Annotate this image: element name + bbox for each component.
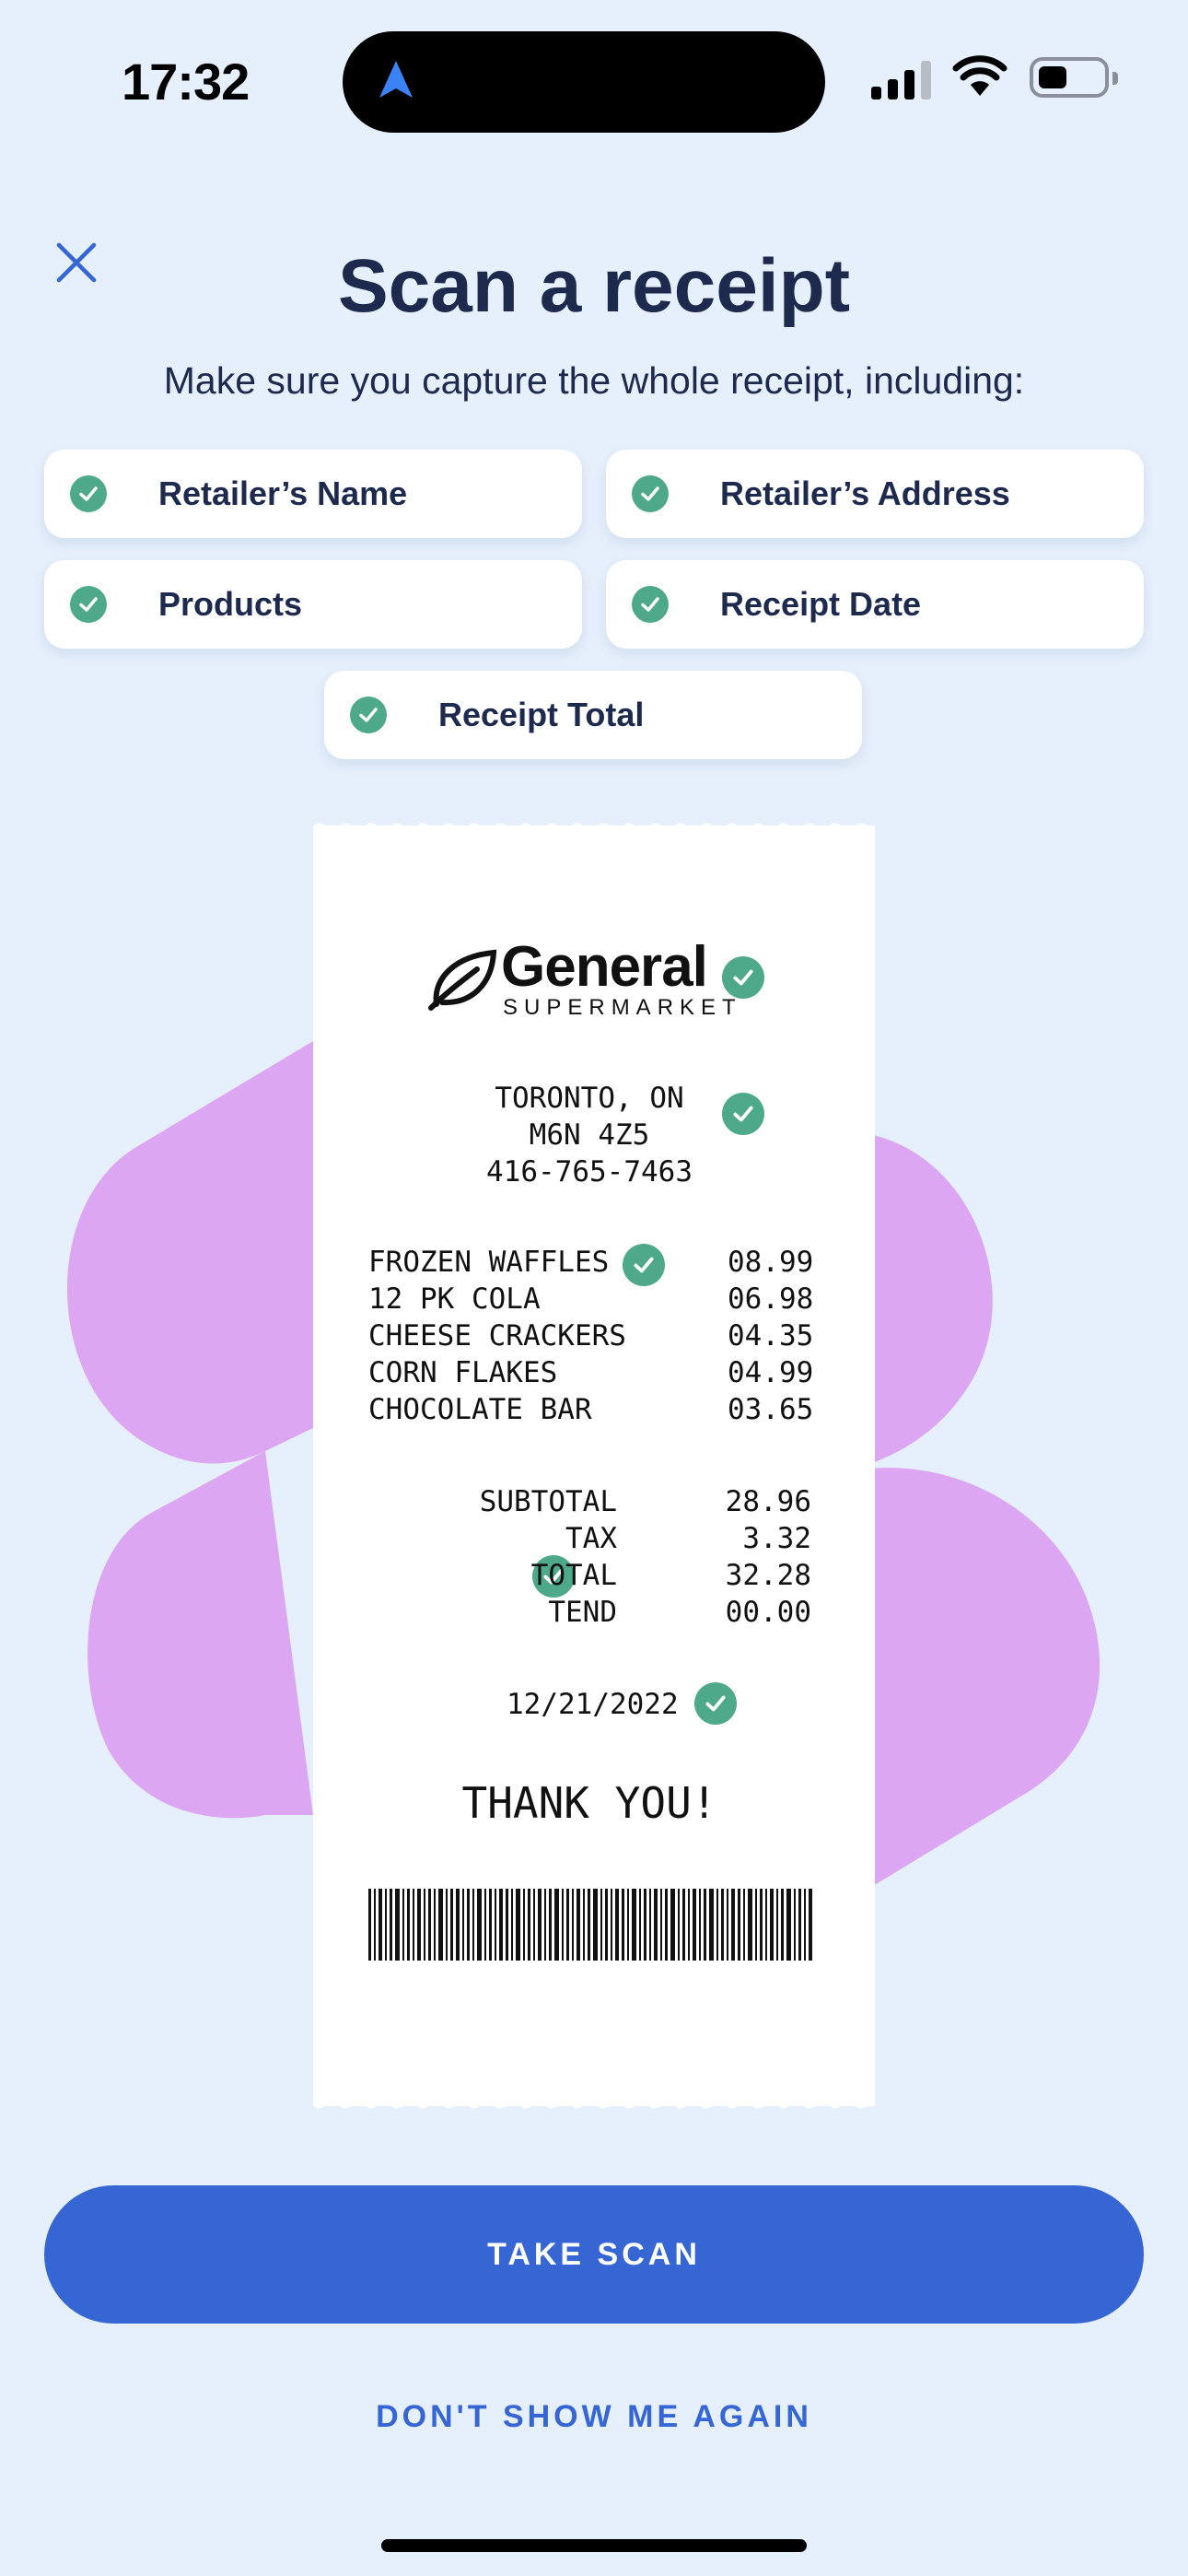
item-name: FROZEN WAFFLES bbox=[368, 1246, 610, 1279]
store-postal: M6N 4Z5 bbox=[529, 1118, 650, 1152]
leaf-logo-icon bbox=[428, 949, 497, 1011]
store-phone: 416-765-7463 bbox=[486, 1155, 693, 1188]
item-price: 03.65 bbox=[728, 1393, 814, 1426]
receipt-top-edge bbox=[313, 823, 875, 833]
total-value: 28.96 bbox=[725, 1485, 811, 1518]
checklist-item-products: Products bbox=[44, 560, 582, 649]
item-name: CHEESE CRACKERS bbox=[368, 1319, 626, 1352]
checklist-label: Receipt Total bbox=[438, 696, 645, 733]
checklist-label: Receipt Date bbox=[720, 585, 922, 623]
receipt-date: 12/21/2022 bbox=[507, 1688, 679, 1721]
thank-you-text: THANK YOU! bbox=[461, 1778, 717, 1828]
item-price: 08.99 bbox=[728, 1246, 814, 1279]
store-type: SUPERMARKET bbox=[503, 995, 742, 1020]
receipt-bottom-edge bbox=[313, 2099, 875, 2109]
item-price: 04.35 bbox=[728, 1319, 814, 1352]
check-icon bbox=[632, 586, 669, 623]
total-label: TAX bbox=[565, 1522, 617, 1555]
item-name: CORN FLAKES bbox=[368, 1356, 558, 1389]
total-value: 00.00 bbox=[725, 1596, 811, 1629]
item-name: 12 PK COLA bbox=[368, 1282, 541, 1316]
checklist-item-receipt-date: Receipt Date bbox=[606, 560, 1144, 649]
check-icon bbox=[350, 697, 387, 733]
dynamic-island bbox=[343, 31, 825, 133]
item-name: CHOCOLATE BAR bbox=[368, 1393, 592, 1426]
check-icon bbox=[694, 1682, 737, 1725]
total-label: TEND bbox=[548, 1596, 617, 1629]
checklist-label: Retailer’s Address bbox=[720, 474, 1010, 512]
barcode bbox=[368, 1889, 812, 1961]
check-icon bbox=[70, 475, 107, 512]
check-icon bbox=[722, 1093, 764, 1135]
store-city: TORONTO, ON bbox=[495, 1082, 684, 1115]
wifi-icon bbox=[952, 55, 1007, 96]
check-icon bbox=[70, 586, 107, 623]
home-indicator bbox=[381, 2539, 807, 2552]
total-label: TOTAL bbox=[530, 1559, 617, 1592]
check-icon bbox=[722, 956, 764, 999]
checklist-item-retailer-address: Retailer’s Address bbox=[606, 450, 1144, 538]
store-name: General bbox=[501, 935, 708, 999]
page-title: Scan a receipt bbox=[337, 244, 851, 328]
item-price: 06.98 bbox=[728, 1282, 814, 1316]
checklist-item-retailer-name: Retailer’s Name bbox=[44, 450, 582, 538]
location-arrow-icon bbox=[379, 61, 413, 98]
battery-icon bbox=[1030, 57, 1118, 98]
page-subtitle: Make sure you capture the whole receipt,… bbox=[163, 359, 1025, 402]
total-value: 32.28 bbox=[725, 1559, 811, 1592]
total-value: 3.32 bbox=[742, 1522, 811, 1555]
check-icon bbox=[632, 475, 669, 512]
item-price: 04.99 bbox=[728, 1356, 814, 1389]
checklist-label: Retailer’s Name bbox=[158, 474, 408, 512]
sample-receipt: General SUPERMARKET TORONTO, ON M6N 4Z5 … bbox=[313, 823, 875, 2109]
dont-show-again-link[interactable]: DON'T SHOW ME AGAIN bbox=[0, 2399, 1188, 2435]
status-time: 17:32 bbox=[122, 53, 250, 111]
checklist-item-receipt-total: Receipt Total bbox=[324, 671, 862, 759]
take-scan-button[interactable]: TAKE SCAN bbox=[44, 2185, 1144, 2324]
check-icon bbox=[623, 1244, 665, 1286]
total-label: SUBTOTAL bbox=[479, 1485, 617, 1518]
checklist-label: Products bbox=[158, 585, 303, 623]
cellular-signal-icon bbox=[871, 59, 931, 100]
